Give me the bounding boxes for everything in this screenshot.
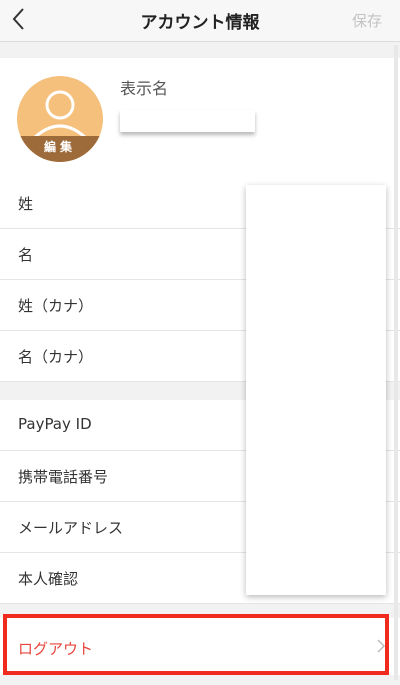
field-label: PayPay ID bbox=[18, 415, 92, 433]
field-label: メールアドレス bbox=[18, 519, 124, 537]
display-name-input[interactable] bbox=[120, 110, 255, 132]
scrollbar[interactable] bbox=[394, 45, 398, 680]
page-title: アカウント情報 bbox=[140, 13, 260, 33]
field-label: 姓 bbox=[18, 195, 34, 213]
logout-label: ログアウト bbox=[18, 640, 94, 658]
field-label: 名 bbox=[18, 246, 34, 264]
chevron-right-icon bbox=[377, 639, 386, 653]
field-label: 携帯電話番号 bbox=[18, 468, 109, 486]
profile-section: 編集 表示名 bbox=[0, 58, 400, 178]
avatar-edit-label: 編集 bbox=[17, 136, 103, 162]
display-name-label: 表示名 bbox=[120, 79, 169, 98]
logout-button[interactable]: ログアウト bbox=[0, 618, 400, 675]
save-button[interactable]: 保存 bbox=[352, 10, 382, 31]
avatar[interactable]: 編集 bbox=[17, 76, 103, 162]
header-bar: アカウント情報 保存 bbox=[0, 0, 400, 42]
field-label: 本人確認 bbox=[18, 570, 79, 588]
overlay-panel bbox=[246, 185, 386, 595]
field-label: 姓（カナ） bbox=[18, 297, 94, 315]
field-label: 名（カナ） bbox=[18, 348, 94, 366]
